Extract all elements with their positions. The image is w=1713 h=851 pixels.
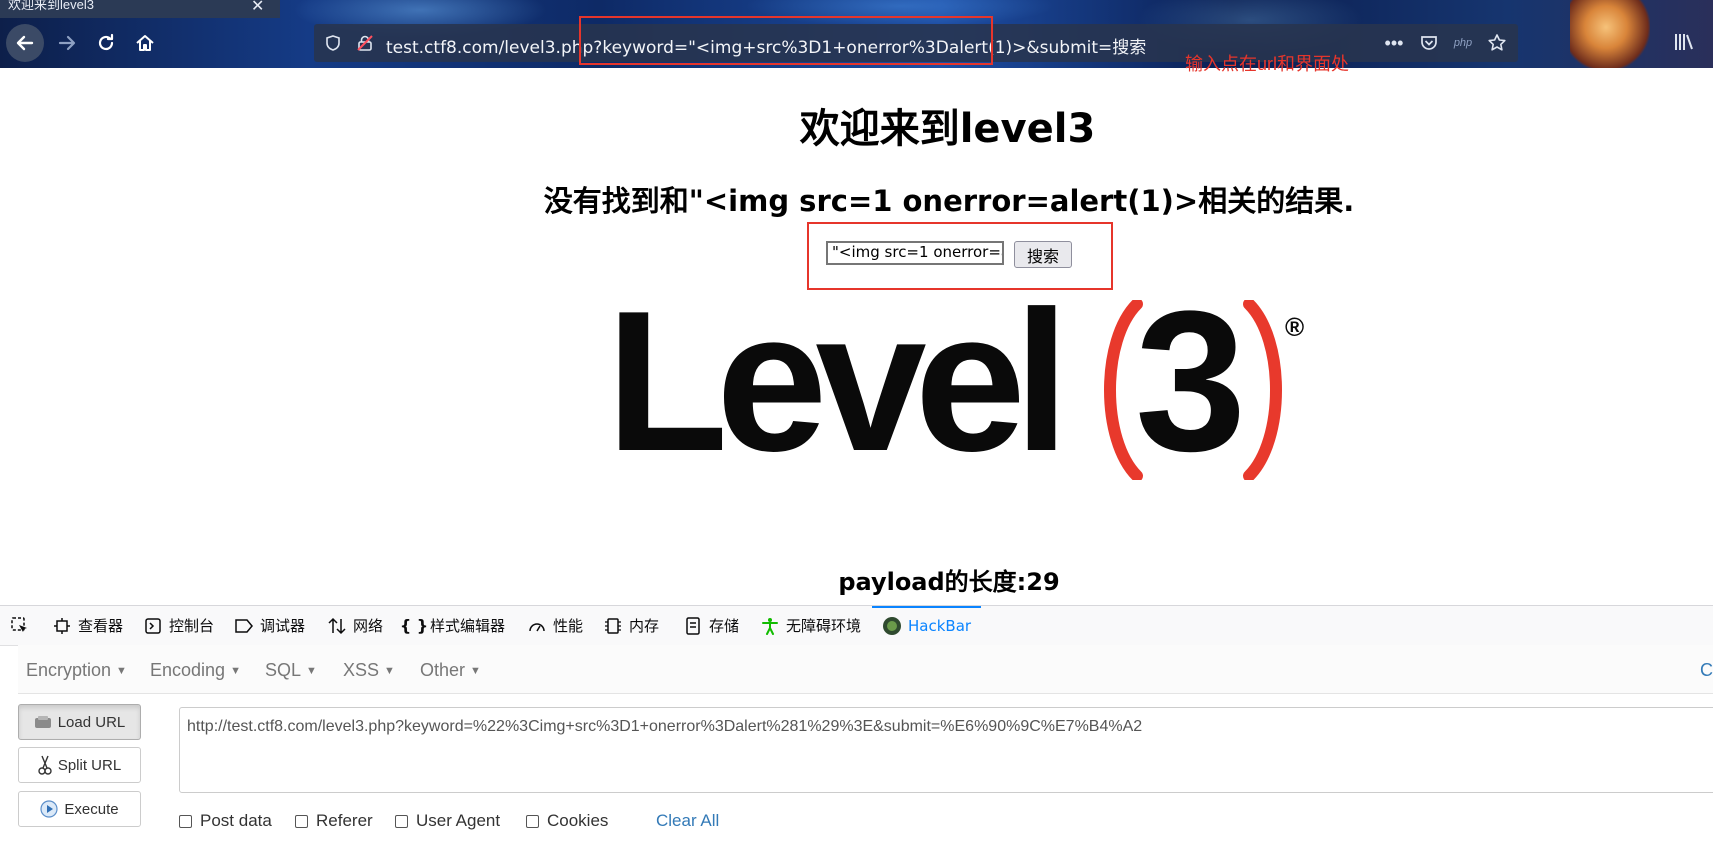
- forward-button[interactable]: [50, 26, 84, 60]
- referer-checkbox[interactable]: Referer: [295, 811, 373, 831]
- memory-icon: [603, 616, 623, 636]
- pocket-icon[interactable]: [1418, 32, 1440, 54]
- load-url-button[interactable]: Load URL: [18, 704, 141, 740]
- inspector-icon: [52, 616, 72, 636]
- home-button[interactable]: [128, 26, 162, 60]
- logo-text: Level: [606, 270, 1069, 493]
- scissors-icon: [38, 755, 52, 775]
- forward-arrow-icon: [58, 35, 76, 51]
- element-picker-icon[interactable]: [10, 606, 30, 645]
- url-annotation-box: [579, 16, 993, 65]
- storage-icon: [683, 616, 703, 636]
- devtools-toolbar: 查看器 控制台 调试器 网络 { } 样式编辑器 性能 内存 存储 无障碍环境 …: [0, 606, 1713, 646]
- performance-icon: [527, 616, 547, 636]
- user-agent-checkbox[interactable]: User Agent: [395, 811, 500, 831]
- debugger-icon: [234, 616, 254, 636]
- clear-all-link[interactable]: Clear All: [656, 811, 719, 831]
- php-icon[interactable]: php: [1452, 32, 1474, 54]
- bookmark-star-icon[interactable]: [1486, 32, 1508, 54]
- menu-sql[interactable]: SQL ▼: [265, 660, 317, 681]
- tab-network[interactable]: 网络: [327, 606, 383, 645]
- menu-encryption[interactable]: Encryption ▼: [26, 660, 127, 681]
- devtools-panel: 查看器 控制台 调试器 网络 { } 样式编辑器 性能 内存 存储 无障碍环境 …: [0, 605, 1713, 851]
- back-arrow-icon: [16, 35, 34, 51]
- logo-digit: 3: [1135, 270, 1247, 493]
- caret-down-icon: ▼: [306, 665, 317, 677]
- network-icon: [327, 616, 347, 636]
- tab-inspector[interactable]: 查看器: [52, 606, 123, 645]
- shield-icon[interactable]: [322, 32, 344, 54]
- load-url-icon: [34, 716, 51, 728]
- accessibility-icon: [760, 616, 780, 636]
- menu-encoding[interactable]: Encoding ▼: [150, 660, 241, 681]
- page-title: 欢迎来到level3: [799, 106, 1096, 152]
- play-icon: [40, 800, 58, 818]
- theme-artwork: [1570, 0, 1650, 68]
- tab-close-icon[interactable]: ✕: [251, 0, 264, 16]
- menu-con-link[interactable]: Con: [1700, 660, 1713, 681]
- post-data-checkbox[interactable]: Post data: [179, 811, 272, 831]
- annotation-note: 输入点在url和界面处: [1185, 54, 1350, 74]
- console-icon: [143, 616, 163, 636]
- hackbar-icon: [882, 616, 902, 636]
- caret-down-icon: ▼: [230, 665, 241, 677]
- tab-debugger[interactable]: 调试器: [234, 606, 305, 645]
- tab-title: 欢迎来到level3: [8, 0, 94, 12]
- tab-console[interactable]: 控制台: [143, 606, 214, 645]
- style-editor-icon: { }: [399, 616, 429, 635]
- caret-down-icon: ▼: [116, 665, 127, 677]
- hackbar-menu: Encryption ▼ Encoding ▼ SQL ▼ XSS ▼ Other ▼ C…: [18, 645, 1713, 694]
- execute-button[interactable]: Execute: [18, 791, 141, 827]
- payload-length: payload的长度:29: [838, 568, 1060, 596]
- tab-accessibility[interactable]: 无障碍环境: [760, 606, 861, 645]
- tab-performance[interactable]: 性能: [527, 606, 583, 645]
- tab-storage[interactable]: 存储: [683, 606, 739, 645]
- reload-icon: [98, 33, 114, 51]
- page-actions-icon[interactable]: •••: [1383, 32, 1405, 54]
- cookies-checkbox[interactable]: Cookies: [526, 811, 608, 831]
- home-icon: [136, 35, 154, 51]
- browser-tab[interactable]: 欢迎来到level3 ✕: [0, 0, 280, 18]
- registered-mark: ®: [1285, 312, 1305, 342]
- menu-xss[interactable]: XSS ▼: [343, 660, 395, 681]
- menu-other[interactable]: Other ▼: [420, 660, 481, 681]
- back-button[interactable]: [6, 24, 44, 62]
- split-url-button[interactable]: Split URL: [18, 747, 141, 783]
- caret-down-icon: ▼: [384, 665, 395, 677]
- hackbar-url-textarea[interactable]: http://test.ctf8.com/level3.php?keyword=…: [179, 707, 1713, 793]
- caret-down-icon: ▼: [470, 665, 481, 677]
- tab-hackbar[interactable]: HackBar: [871, 606, 982, 645]
- reload-button[interactable]: [89, 26, 123, 60]
- tab-style-editor[interactable]: { } 样式编辑器: [399, 606, 505, 645]
- insecure-lock-icon[interactable]: [354, 32, 376, 54]
- result-text: 没有找到和"<img src=1 onerror=alert(1)>相关的结果.: [543, 184, 1355, 218]
- tab-memory[interactable]: 内存: [603, 606, 659, 645]
- library-icon[interactable]: [1673, 32, 1695, 57]
